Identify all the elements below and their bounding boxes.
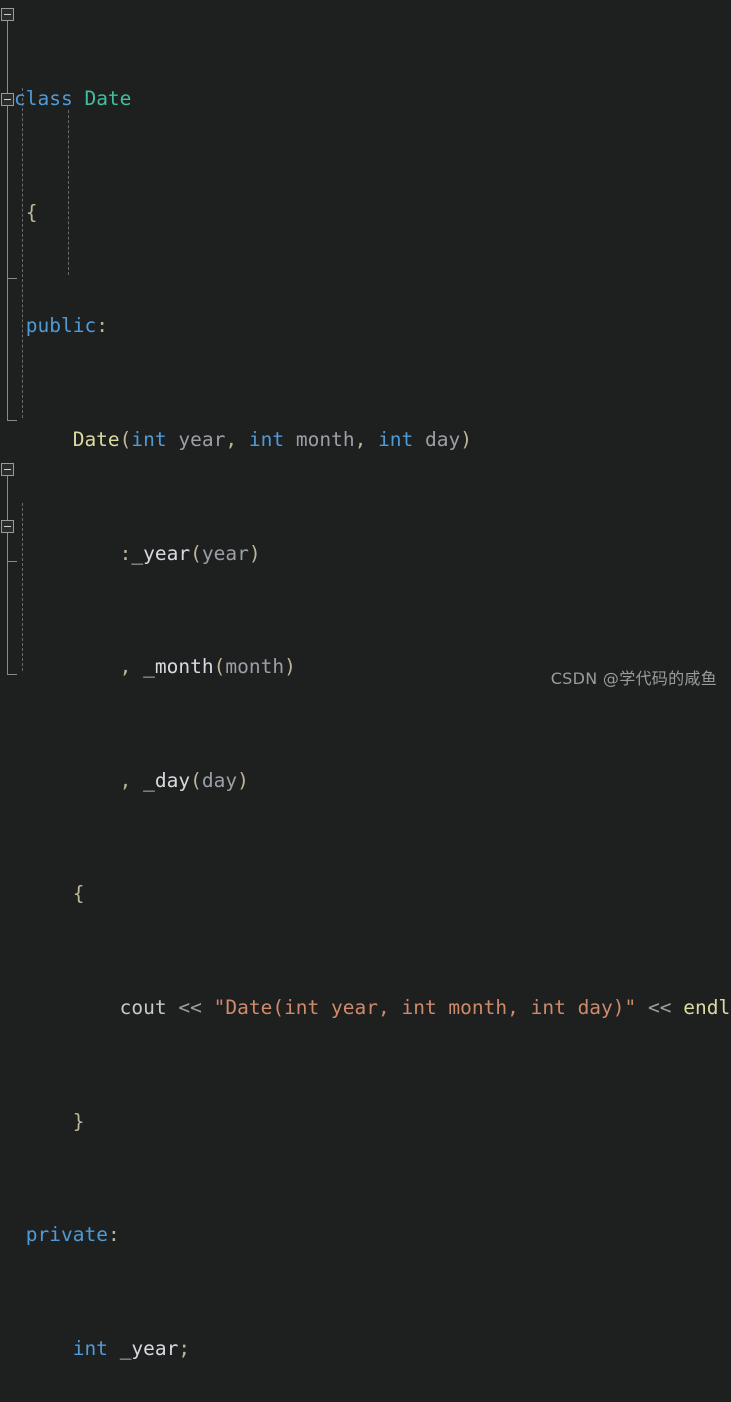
code-line-8[interactable]: { <box>0 880 731 908</box>
constructor-name-date: Date <box>72 428 120 452</box>
paren-close-ctor: ) <box>460 428 473 452</box>
code-line-12[interactable]: int _year; <box>0 1335 731 1363</box>
operator-shift-1: << <box>178 996 202 1020</box>
comma-ctor-1: , <box>225 428 238 452</box>
colon-public: : <box>96 314 108 338</box>
code-content[interactable]: class Date { public: Date(int year, int … <box>0 0 731 1402</box>
keyword-int-p1: int <box>131 428 167 452</box>
arg-day: day <box>201 768 238 792</box>
brace-open-class: { <box>25 200 38 224</box>
code-line-5[interactable]: :_year(year) <box>0 540 731 568</box>
member-month: _month <box>143 655 214 679</box>
csdn-watermark: CSDN @学代码的咸鱼 <box>550 669 717 688</box>
init-colon: : <box>119 541 132 565</box>
stream-endl: endl <box>683 996 731 1020</box>
type-date: Date <box>84 87 132 111</box>
param-day: day <box>425 428 461 452</box>
operator-shift-2: << <box>648 996 672 1020</box>
paren-open-ctor: ( <box>119 428 132 452</box>
code-line-10[interactable]: } <box>0 1108 731 1136</box>
keyword-int-year: int <box>72 1336 108 1360</box>
member-day: _day <box>143 768 191 792</box>
init-comma-month: , <box>119 655 132 679</box>
arg-year: year <box>201 541 249 565</box>
code-editor[interactable]: class Date { public: Date(int year, int … <box>0 0 731 1360</box>
colon-private: : <box>107 1223 120 1247</box>
paren-open-init-month: ( <box>213 655 226 679</box>
code-line-1[interactable]: class Date <box>0 85 731 113</box>
init-comma-day: , <box>119 768 132 792</box>
keyword-public: public <box>25 314 97 338</box>
paren-open-init-year: ( <box>190 541 202 565</box>
paren-open-init-day: ( <box>190 768 202 792</box>
code-line-7[interactable]: , _day(day) <box>0 767 731 795</box>
param-year: year <box>178 428 226 452</box>
code-line-2[interactable]: { <box>0 199 731 227</box>
semicolon-year: ; <box>178 1336 191 1360</box>
paren-close-init-month: ) <box>284 655 296 679</box>
code-line-9[interactable]: cout << "Date(int year, int month, int d… <box>0 994 731 1022</box>
paren-close-init-year: ) <box>248 541 261 565</box>
brace-open-ctor: { <box>72 882 85 906</box>
field-year: _year <box>119 1336 179 1360</box>
stream-cout: cout <box>119 996 167 1020</box>
keyword-private: private <box>25 1223 108 1247</box>
code-line-3[interactable]: public: <box>0 312 731 340</box>
code-line-4[interactable]: Date(int year, int month, int day) <box>0 426 731 454</box>
keyword-int-p3: int <box>378 428 414 452</box>
code-line-11[interactable]: private: <box>0 1221 731 1249</box>
keyword-class: class <box>14 87 73 111</box>
comma-ctor-2: , <box>354 428 367 452</box>
string-literal-date: "Date(int year, int month, int day)" <box>213 996 637 1020</box>
member-year: _year <box>131 541 191 565</box>
arg-month: month <box>225 655 285 679</box>
param-month: month <box>295 428 355 452</box>
keyword-int-p2: int <box>248 428 285 452</box>
brace-close-ctor: } <box>72 1109 85 1133</box>
paren-close-init-day: ) <box>237 768 249 792</box>
